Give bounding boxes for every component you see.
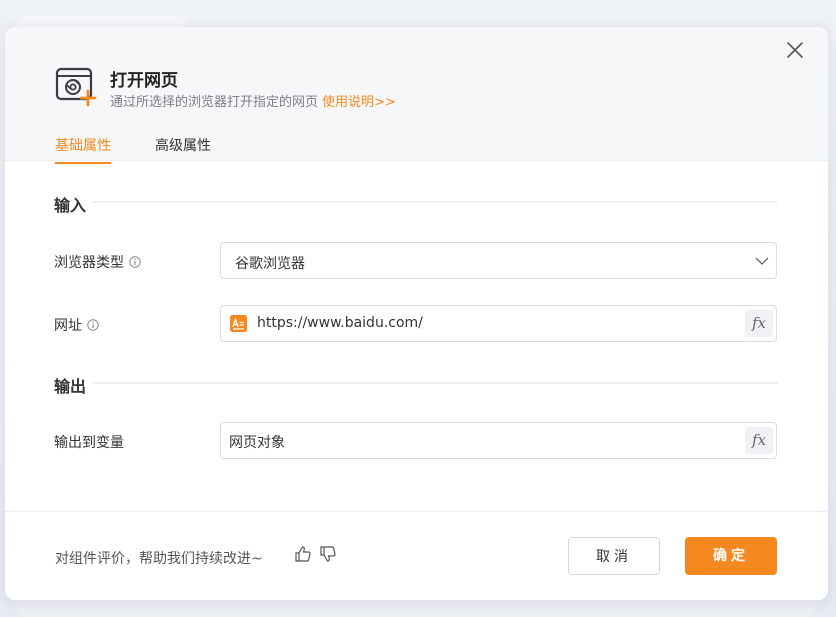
info-icon[interactable] [129, 256, 141, 268]
output-section-divider [93, 382, 778, 384]
input-section-divider [93, 201, 778, 203]
browser-type-value: 谷歌浏览器 [235, 256, 305, 272]
url-label-text: 网址 [54, 318, 82, 334]
input-section-title: 输入 [54, 196, 87, 215]
fx-expression-button[interactable]: fx [745, 310, 773, 337]
help-link[interactable]: 使用说明>> [322, 95, 396, 110]
tab-advanced-properties[interactable]: 高级属性 [155, 135, 211, 162]
close-icon[interactable] [782, 37, 808, 63]
url-label: 网址 [54, 315, 99, 335]
dialog-title: 打开网页 [110, 71, 178, 91]
info-icon[interactable] [87, 319, 99, 331]
description-text: 通过所选择的浏览器打开指定的网页 [110, 95, 319, 110]
dialog-header: 打开网页 通过所选择的浏览器打开指定的网页 使用说明>> 基础属性 高级属性 [5, 27, 828, 164]
output-var-label: 输出到变量 [54, 435, 124, 451]
url-value: https://www.baidu.com/ [257, 315, 423, 331]
open-webpage-dialog: 打开网页 通过所选择的浏览器打开指定的网页 使用说明>> 基础属性 高级属性 输入… [5, 27, 828, 600]
feedback-text: 对组件评价，帮助我们持续改进~ [55, 551, 263, 567]
output-var-input[interactable]: 网页对象 fx [220, 422, 777, 459]
text-value-icon [230, 315, 247, 332]
ok-button[interactable]: 确定 [685, 537, 777, 575]
fx-expression-button[interactable]: fx [745, 427, 773, 454]
tab-basic-properties[interactable]: 基础属性 [55, 135, 111, 164]
thumbs-up-icon[interactable] [294, 545, 312, 563]
url-input[interactable]: https://www.baidu.com/ fx [220, 305, 777, 342]
browser-open-plus-icon [55, 67, 97, 107]
browser-type-label: 浏览器类型 [54, 252, 141, 272]
output-var-value: 网页对象 [229, 435, 285, 451]
footer-divider [5, 511, 828, 512]
dialog-description: 通过所选择的浏览器打开指定的网页 使用说明>> [110, 91, 396, 110]
cancel-button[interactable]: 取消 [568, 537, 660, 575]
chevron-down-icon [755, 257, 769, 265]
thumbs-down-icon[interactable] [319, 545, 337, 563]
output-section-title: 输出 [54, 377, 87, 396]
browser-type-select[interactable]: 谷歌浏览器 [220, 242, 777, 279]
browser-type-label-text: 浏览器类型 [54, 255, 124, 271]
